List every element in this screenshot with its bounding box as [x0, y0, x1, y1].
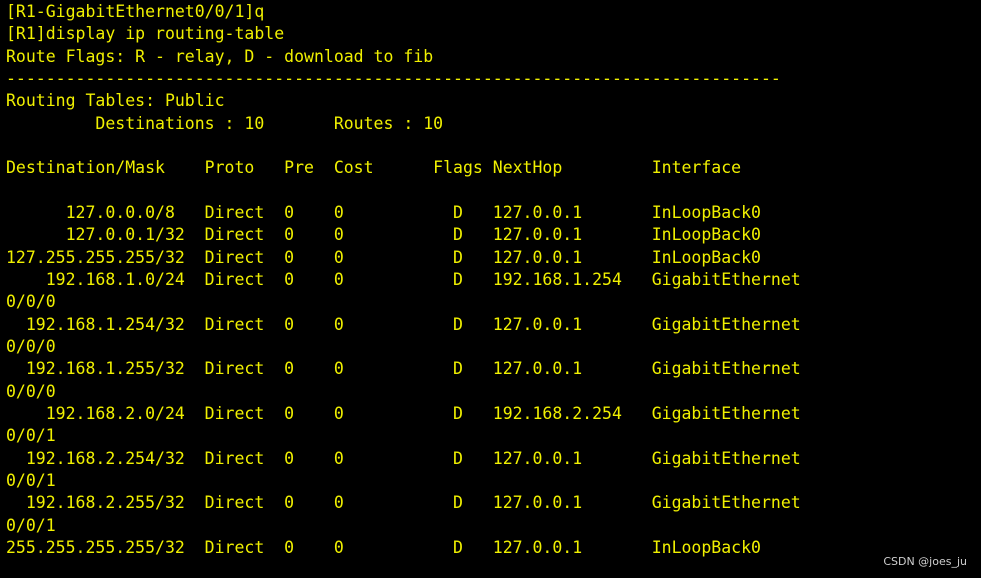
table-row-wrap: 0/0/0 — [6, 382, 56, 401]
table-row: 192.168.1.255/32 Direct 0 0 D 127.0.0.1 … — [6, 359, 801, 378]
separator-line: ----------------------------------------… — [6, 69, 781, 88]
table-row: 127.0.0.0/8 Direct 0 0 D 127.0.0.1 InLoo… — [6, 203, 761, 222]
table-row-wrap: 0/0/0 — [6, 292, 56, 311]
table-row: 192.168.1.254/32 Direct 0 0 D 127.0.0.1 … — [6, 315, 801, 334]
terminal-window[interactable]: [R1-GigabitEthernet0/0/1]q [R1]display i… — [0, 0, 981, 578]
table-row: 255.255.255.255/32 Direct 0 0 D 127.0.0.… — [6, 538, 761, 557]
table-row-wrap: 0/0/1 — [6, 516, 56, 535]
table-row: 192.168.2.255/32 Direct 0 0 D 127.0.0.1 … — [6, 493, 801, 512]
table-row-wrap: 0/0/1 — [6, 426, 56, 445]
terminal-line: [R1-GigabitEthernet0/0/1]q — [6, 2, 265, 21]
terminal-line: Route Flags: R - relay, D - download to … — [6, 47, 434, 66]
table-row: 127.255.255.255/32 Direct 0 0 D 127.0.0.… — [6, 248, 761, 267]
table-row: 127.0.0.1/32 Direct 0 0 D 127.0.0.1 InLo… — [6, 225, 761, 244]
table-row: 192.168.2.0/24 Direct 0 0 D 192.168.2.25… — [6, 404, 801, 423]
table-row: 192.168.1.0/24 Direct 0 0 D 192.168.1.25… — [6, 270, 801, 289]
table-row-wrap: 0/0/0 — [6, 337, 56, 356]
table-header: Destination/Mask Proto Pre Cost Flags Ne… — [6, 158, 742, 177]
terminal-line: [R1]display ip routing-table — [6, 24, 285, 43]
watermark: CSDN @joes_ju — [883, 555, 967, 568]
table-row: 192.168.2.254/32 Direct 0 0 D 127.0.0.1 … — [6, 449, 801, 468]
table-row-wrap: 0/0/1 — [6, 471, 56, 490]
terminal-line: Destinations : 10 Routes : 10 — [6, 114, 444, 133]
terminal-line: Routing Tables: Public — [6, 91, 225, 110]
